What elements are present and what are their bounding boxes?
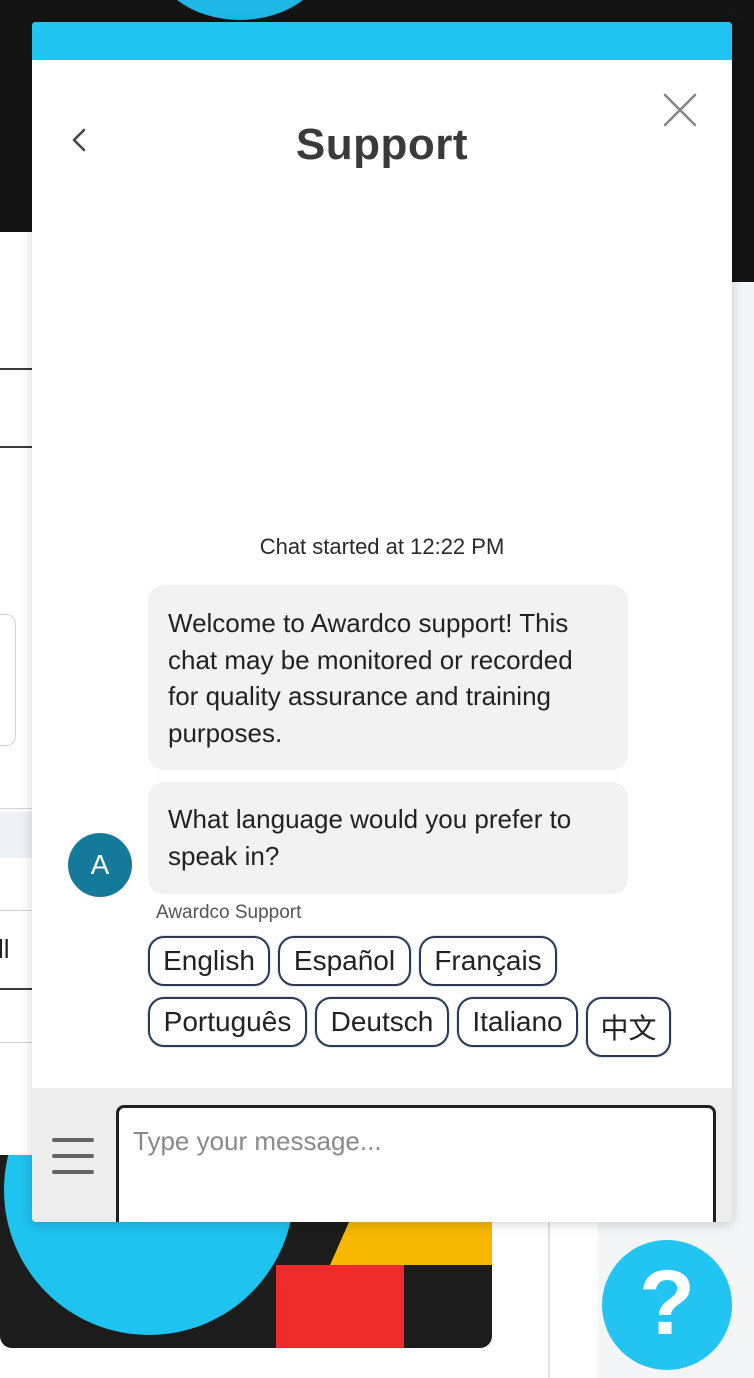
chat-accent-bar <box>32 22 732 60</box>
language-option-deutsch[interactable]: Deutsch <box>315 997 449 1047</box>
menu-button[interactable] <box>52 1138 96 1174</box>
help-button-label: ? <box>638 1252 696 1354</box>
background-divider <box>0 988 32 990</box>
background-band <box>0 812 32 858</box>
banner-shape-red <box>276 1265 404 1348</box>
language-option-portugues[interactable]: Português <box>148 997 307 1047</box>
background-divider <box>0 446 32 448</box>
message-composer <box>32 1088 732 1222</box>
support-chat-window: Support Chat started at 12:22 PM Welcome… <box>32 22 732 1222</box>
agent-avatar: A <box>68 833 132 897</box>
background-divider <box>0 910 32 911</box>
background-decorative-circle <box>150 0 330 20</box>
background-strip <box>732 232 754 282</box>
language-option-francais[interactable]: Français <box>419 936 557 986</box>
language-option-english[interactable]: English <box>148 936 270 986</box>
background-partial-text: ll <box>0 934 10 964</box>
sender-name: Awardco Support <box>156 902 302 923</box>
language-option-chinese[interactable]: 中文 <box>586 997 671 1057</box>
background-card <box>0 614 16 746</box>
chat-title: Support <box>295 120 469 169</box>
chat-started-timestamp: Chat started at 12:22 PM <box>259 534 505 559</box>
close-button[interactable] <box>660 90 700 130</box>
background-divider <box>0 808 32 809</box>
language-option-italiano[interactable]: Italiano <box>457 997 578 1047</box>
message-input[interactable] <box>116 1105 716 1222</box>
close-icon <box>663 93 697 127</box>
help-button[interactable]: ? <box>602 1240 732 1370</box>
message-bubble: Welcome to Awardco support! This chat ma… <box>148 585 628 770</box>
background-divider <box>0 368 32 370</box>
background-divider <box>0 1042 32 1043</box>
language-option-espanol[interactable]: Español <box>278 936 411 986</box>
message-bubble: What language would you prefer to speak … <box>148 782 628 894</box>
